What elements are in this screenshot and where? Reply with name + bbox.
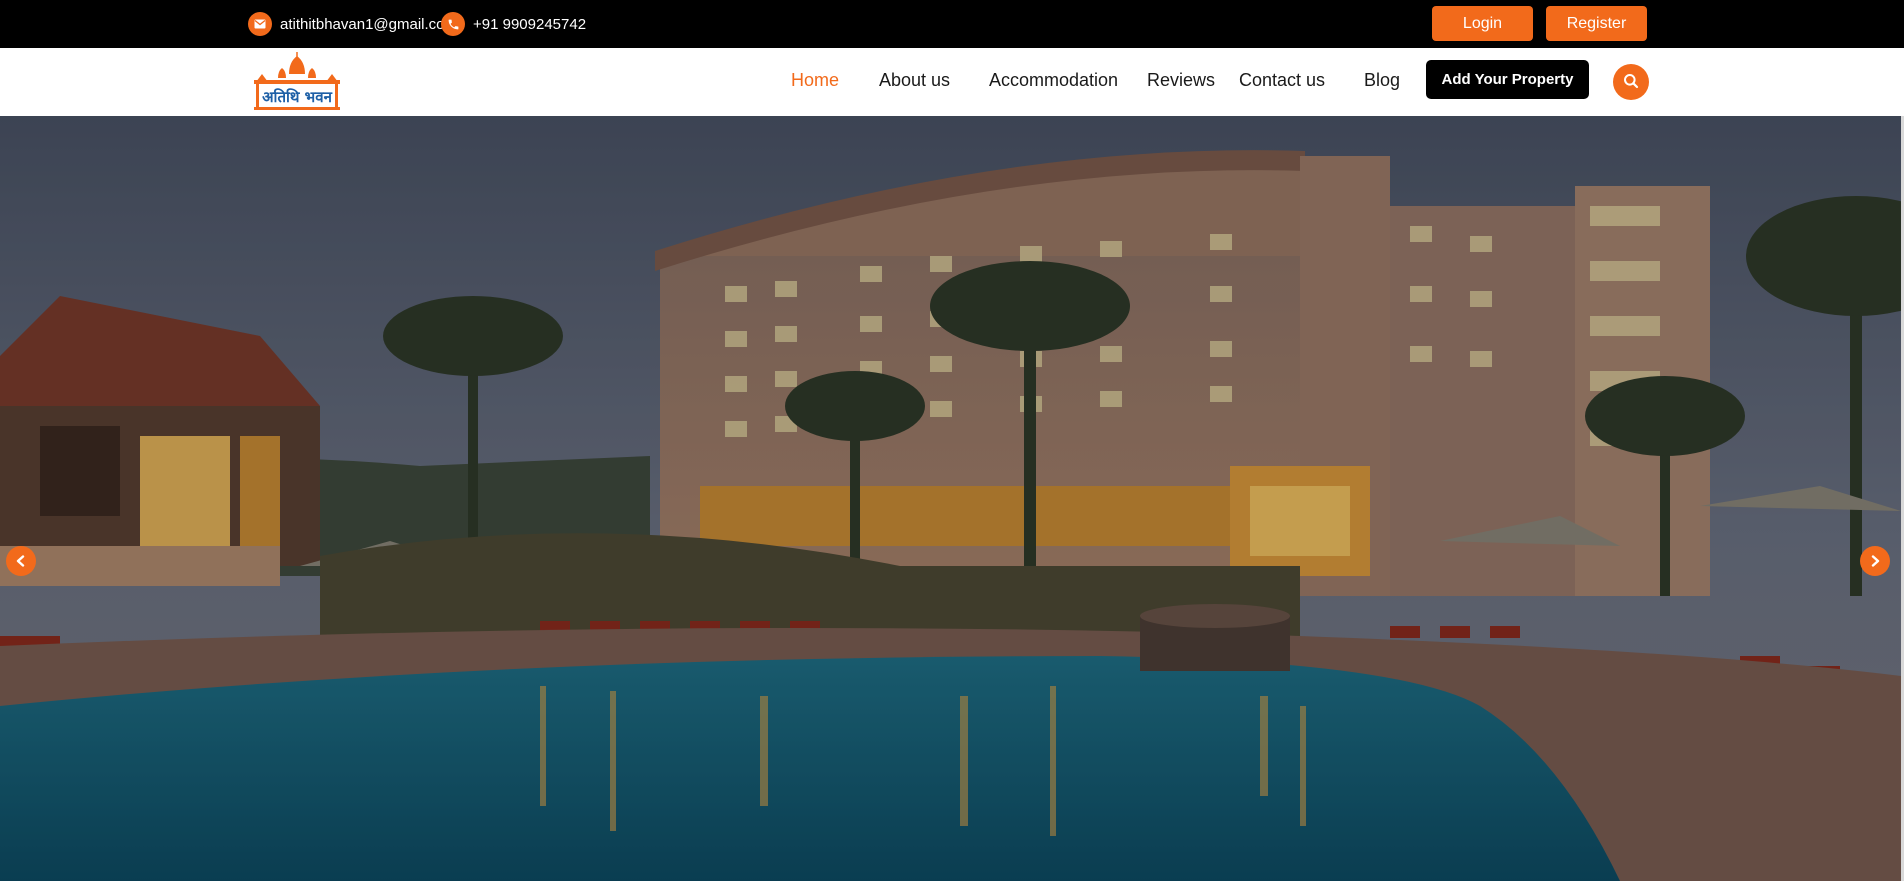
nav-about-us[interactable]: About us xyxy=(879,70,950,91)
search-button[interactable] xyxy=(1613,64,1649,100)
chevron-right-icon xyxy=(1869,555,1881,567)
logo-text: अतिथि भवन xyxy=(262,88,332,106)
nav-home[interactable]: Home xyxy=(791,70,839,91)
search-icon xyxy=(1623,73,1639,92)
login-button[interactable]: Login xyxy=(1432,6,1533,41)
site-logo[interactable]: अतिथि भवन xyxy=(248,52,348,112)
contact-email[interactable]: atithitbhavan1@gmail.com xyxy=(248,12,457,36)
nav-reviews[interactable]: Reviews xyxy=(1147,70,1215,91)
slider-prev-button[interactable] xyxy=(6,546,36,576)
nav-accommodation[interactable]: Accommodation xyxy=(989,70,1118,91)
register-button[interactable]: Register xyxy=(1546,6,1647,41)
add-property-button[interactable]: Add Your Property xyxy=(1426,60,1589,99)
phone-icon xyxy=(441,12,465,36)
contact-phone[interactable]: +91 9909245742 xyxy=(441,12,586,36)
hero-image xyxy=(0,116,1901,881)
top-bar: atithitbhavan1@gmail.com +91 9909245742 … xyxy=(0,0,1904,48)
slider-next-button[interactable] xyxy=(1860,546,1890,576)
envelope-icon xyxy=(248,12,272,36)
hero-slider xyxy=(0,116,1901,881)
nav-blog[interactable]: Blog xyxy=(1364,70,1400,91)
main-navbar: अतिथि भवन Home About us Accommodation Re… xyxy=(0,48,1904,116)
nav-contact-us[interactable]: Contact us xyxy=(1239,70,1325,91)
contact-phone-text: +91 9909245742 xyxy=(473,15,587,33)
chevron-left-icon xyxy=(15,555,27,567)
contact-email-text: atithitbhavan1@gmail.com xyxy=(280,15,457,33)
